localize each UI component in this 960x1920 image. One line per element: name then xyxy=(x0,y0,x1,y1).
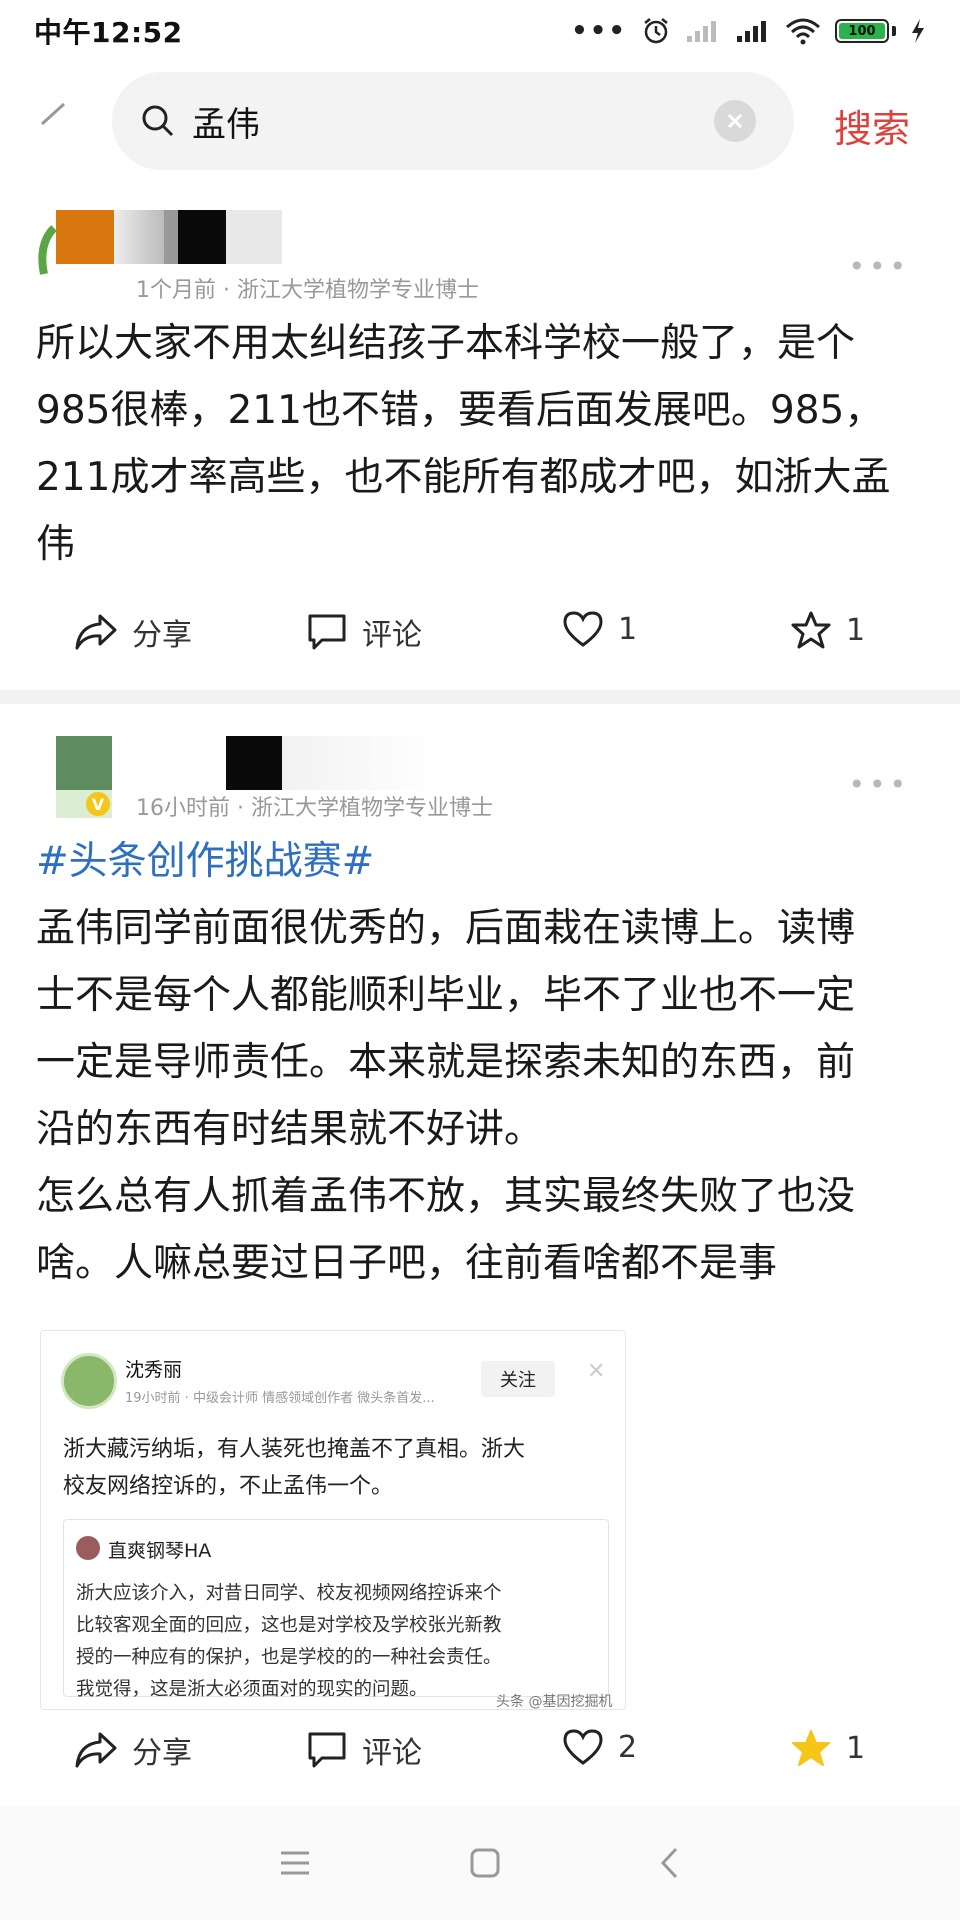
status-bar: 中午12:52 ••• 100 xyxy=(0,0,960,62)
post-text-line: 怎么总有人抓着孟伟不放，其实最终失败了也没 xyxy=(36,1174,856,1219)
embed-text: 浙大藏污纳垢，有人装死也掩盖不了真相。浙大 校友网络控诉的，不止孟伟一个。 xyxy=(63,1431,608,1505)
comment-button[interactable]: 评论 xyxy=(306,610,422,654)
more-dots-icon: ••• xyxy=(571,16,627,46)
like-count: 2 xyxy=(618,1729,638,1765)
avatar[interactable]: V xyxy=(56,736,116,820)
watermark: 头条 @基因挖掘机 xyxy=(496,1694,613,1710)
post-text-line: 沿的东西有时结果就不好讲。 xyxy=(36,1107,544,1152)
wifi-icon xyxy=(786,18,820,45)
hashtag-link[interactable]: #头条创作挑战赛# xyxy=(36,828,916,895)
comment-icon xyxy=(308,1732,346,1768)
post-meta: 16小时前 · 浙江大学植物学专业博士 xyxy=(136,796,493,821)
embed-author-name: 沈秀丽 xyxy=(125,1359,183,1381)
search-icon xyxy=(142,105,174,137)
author-name-redacted[interactable] xyxy=(56,210,282,264)
comment-icon xyxy=(308,614,346,650)
favorite-count: 1 xyxy=(846,1730,866,1766)
embed-text-line: 浙大藏污纳垢，有人装死也掩盖不了真相。浙大 xyxy=(63,1437,526,1462)
post-body[interactable]: 所以大家不用太纠结孩子本科学校一般了，是个 985很棒，211也不错，要看后面发… xyxy=(36,310,916,578)
quote-author-name: 直爽钢琴HA xyxy=(108,1540,212,1562)
alarm-icon xyxy=(644,18,668,44)
heart-icon xyxy=(563,611,603,647)
share-button[interactable]: 分享 xyxy=(74,1728,192,1772)
embedded-screenshot[interactable]: 沈秀丽 19小时前 · 中级会计师 情感领域创作者 微头条首发... 关注 ✕ … xyxy=(40,1330,626,1710)
star-filled-icon xyxy=(792,1730,830,1766)
search-button[interactable]: 搜索 xyxy=(834,98,910,153)
back-nav-icon[interactable] xyxy=(658,1846,682,1880)
verified-badge-icon: V xyxy=(86,792,110,816)
quote-avatar xyxy=(76,1536,100,1560)
post-text-line: 985很棒，211也不错，要看后面发展吧。985， xyxy=(36,388,884,433)
like-count: 1 xyxy=(618,611,638,647)
signal-icon xyxy=(737,21,766,42)
heart-icon xyxy=(563,1729,603,1765)
clear-search-button[interactable] xyxy=(714,100,756,142)
post-text-line: 211成才率高些，也不能所有都成才吧，如浙大孟 xyxy=(36,455,891,500)
back-icon[interactable] xyxy=(38,100,68,130)
favorite-button[interactable]: 1 xyxy=(790,1728,865,1768)
embed-quote: 直爽钢琴HA 浙大应该介入，对昔日同学、校友视频网络控诉来个 比较客观全面的回应… xyxy=(63,1519,609,1700)
quote-text-line: 浙大应该介入，对昔日同学、校友视频网络控诉来个 xyxy=(76,1583,502,1604)
like-button[interactable]: 1 xyxy=(562,610,637,648)
share-label: 分享 xyxy=(132,1736,192,1771)
post-actions: 分享 评论 1 1 xyxy=(0,610,960,670)
favorite-button[interactable]: 1 xyxy=(790,610,865,650)
status-time: 中午12:52 xyxy=(34,16,183,49)
share-label: 分享 xyxy=(132,618,192,653)
post-author[interactable]: 1个月前 · 浙江大学植物学专业博士 ••• xyxy=(0,210,960,303)
comment-label: 评论 xyxy=(362,618,422,653)
share-button[interactable]: 分享 xyxy=(74,610,192,654)
post-card[interactable]: V 16小时前 · 浙江大学植物学专业博士 ••• #头条创作挑战赛# 孟伟同学… xyxy=(0,728,960,1808)
post-author[interactable]: V 16小时前 · 浙江大学植物学专业博士 ••• xyxy=(0,728,960,821)
home-icon[interactable] xyxy=(469,1847,501,1879)
post-meta: 1个月前 · 浙江大学植物学专业博士 xyxy=(136,278,479,303)
star-icon xyxy=(791,611,831,649)
more-options-icon[interactable]: ••• xyxy=(848,250,910,283)
system-nav-bar xyxy=(0,1806,960,1920)
signal-empty-icon xyxy=(687,21,716,42)
embed-close-icon: ✕ xyxy=(587,1359,606,1384)
search-box[interactable]: 孟伟 xyxy=(112,72,794,170)
share-icon xyxy=(75,1732,117,1768)
search-input[interactable]: 孟伟 xyxy=(192,97,672,146)
charging-icon xyxy=(912,19,924,43)
menu-icon[interactable] xyxy=(278,1848,312,1878)
post-actions: 分享 评论 2 1 xyxy=(0,1728,960,1788)
embed-follow-button: 关注 xyxy=(481,1361,555,1397)
divider xyxy=(0,690,960,704)
post-text-line: 孟伟同学前面很优秀的，后面栽在读博上。读博 xyxy=(36,906,856,951)
share-icon xyxy=(75,614,117,650)
post-text-line: 所以大家不用太纠结孩子本科学校一般了，是个 xyxy=(36,321,856,366)
quote-text-line: 比较客观全面的回应，这也是对学校及学校张光新教 xyxy=(76,1615,502,1636)
post-card[interactable]: 1个月前 · 浙江大学植物学专业博士 ••• 所以大家不用太纠结孩子本科学校一般… xyxy=(0,210,960,690)
close-icon xyxy=(727,113,743,129)
battery-level: 100 xyxy=(839,23,885,39)
quote-text: 浙大应该介入，对昔日同学、校友视频网络控诉来个 比较客观全面的回应，这也是对学校… xyxy=(76,1578,601,1706)
search-row: 孟伟 搜索 xyxy=(0,72,960,174)
embed-meta: 19小时前 · 中级会计师 情感领域创作者 微头条首发... xyxy=(125,1391,435,1406)
comment-label: 评论 xyxy=(362,1736,422,1771)
author-name-redacted[interactable] xyxy=(226,736,442,790)
battery-indicator: 100 xyxy=(835,19,896,43)
post-text-line: 伟 xyxy=(36,522,76,567)
post-text-line: 一定是导师责任。本来就是探索未知的东西，前 xyxy=(36,1040,856,1085)
post-text-line: 士不是每个人都能顺利毕业，毕不了业也不一定 xyxy=(36,973,856,1018)
embed-avatar xyxy=(61,1353,117,1409)
post-body[interactable]: #头条创作挑战赛# 孟伟同学前面很优秀的，后面栽在读博上。读博 士不是每个人都能… xyxy=(36,828,916,1297)
embed-text-line: 校友网络控诉的，不止孟伟一个。 xyxy=(63,1474,394,1499)
more-options-icon[interactable]: ••• xyxy=(848,768,910,801)
quote-text-line: 授的一种应有的保护，也是学校的的一种社会责任。 xyxy=(76,1647,502,1668)
like-button[interactable]: 2 xyxy=(562,1728,637,1766)
post-text-line: 啥。人嘛总要过日子吧，往前看啥都不是事 xyxy=(36,1241,778,1286)
favorite-count: 1 xyxy=(846,612,866,648)
comment-button[interactable]: 评论 xyxy=(306,1728,422,1772)
